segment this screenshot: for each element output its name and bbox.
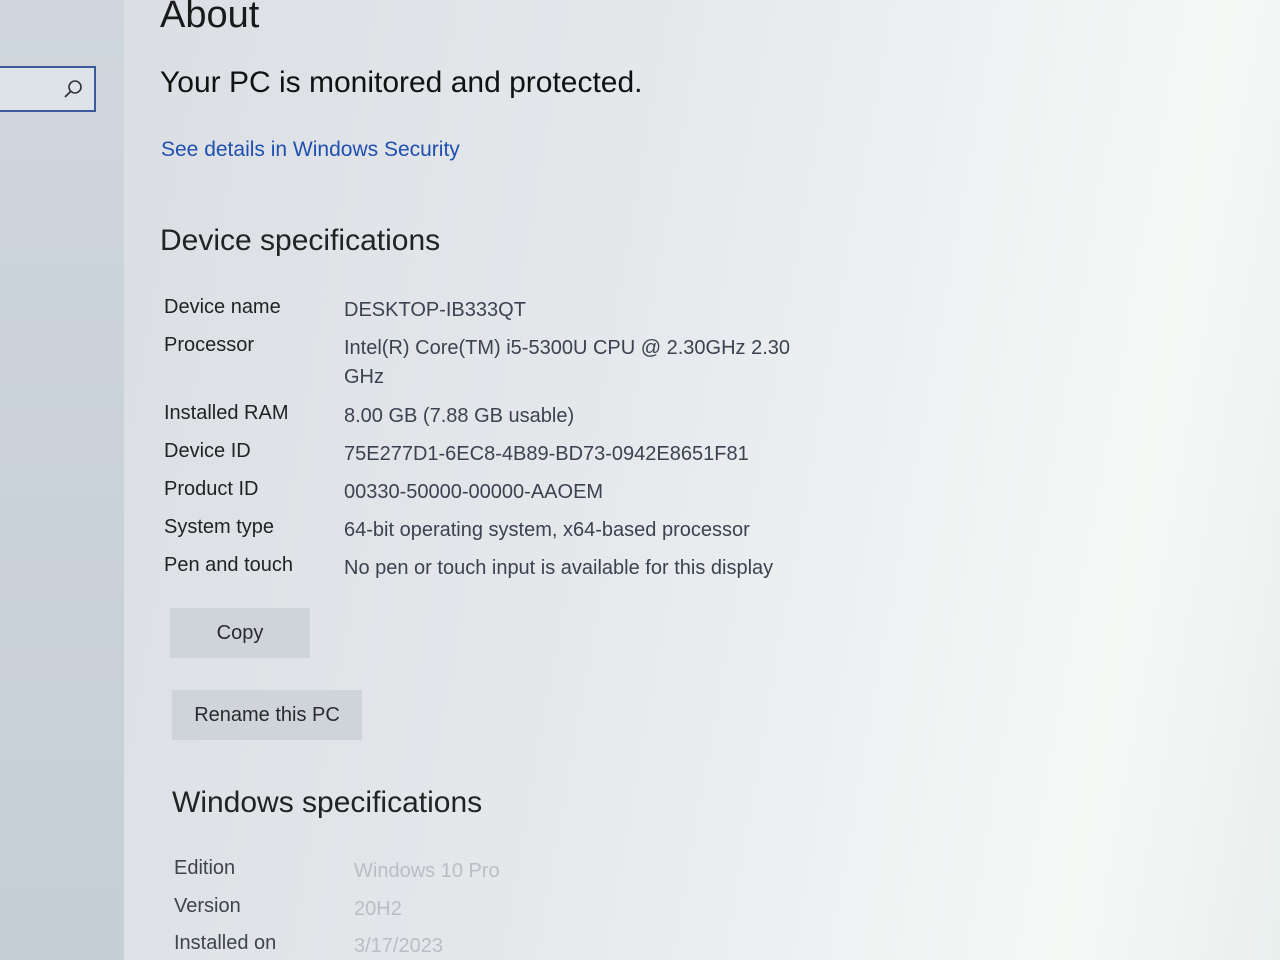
rename-pc-button[interactable]: Rename this PC: [172, 690, 362, 740]
windows-security-link[interactable]: See details in Windows Security: [161, 138, 460, 162]
spec-label: Edition: [174, 857, 236, 879]
spec-label: Version: [174, 895, 241, 917]
spec-label: Device name: [164, 296, 281, 318]
page-title: About: [160, 0, 260, 36]
spec-value: 00330-50000-00000-AAOEM: [344, 481, 604, 503]
search-icon[interactable]: [62, 78, 84, 100]
windows-specifications-heading: Windows specifications: [172, 786, 483, 819]
spec-label: System type: [164, 516, 275, 538]
about-page: About Your PC is monitored and protected…: [160, 0, 1260, 960]
spec-label: Pen and touch: [164, 554, 293, 576]
spec-value: 3/17/2023: [354, 935, 443, 957]
spec-value: Intel(R) Core(TM) i5-5300U CPU @ 2.30GHz…: [344, 337, 790, 388]
spec-label: Processor: [164, 334, 255, 356]
spec-label: Product ID: [164, 478, 259, 500]
search-input[interactable]: [0, 66, 96, 112]
copy-button[interactable]: Copy: [170, 608, 310, 658]
spec-value: DESKTOP-IB333QT: [344, 299, 526, 321]
spec-label: Installed on: [174, 932, 277, 954]
spec-value: No pen or touch input is available for t…: [344, 557, 774, 579]
spec-value: Windows 10 Pro: [354, 860, 500, 882]
spec-value: 64-bit operating system, x64-based proce…: [344, 519, 750, 541]
spec-value: 8.00 GB (7.88 GB usable): [344, 405, 575, 427]
spec-label: Device ID: [164, 440, 251, 462]
device-specifications-heading: Device specifications: [160, 224, 441, 257]
protection-status: Your PC is monitored and protected.: [160, 66, 643, 99]
spec-label: Installed RAM: [164, 402, 289, 424]
navigation-pane: [0, 0, 124, 960]
spec-value: 75E277D1-6EC8-4B89-BD73-0942E8651F81: [344, 443, 749, 465]
spec-value: 20H2: [354, 898, 402, 920]
